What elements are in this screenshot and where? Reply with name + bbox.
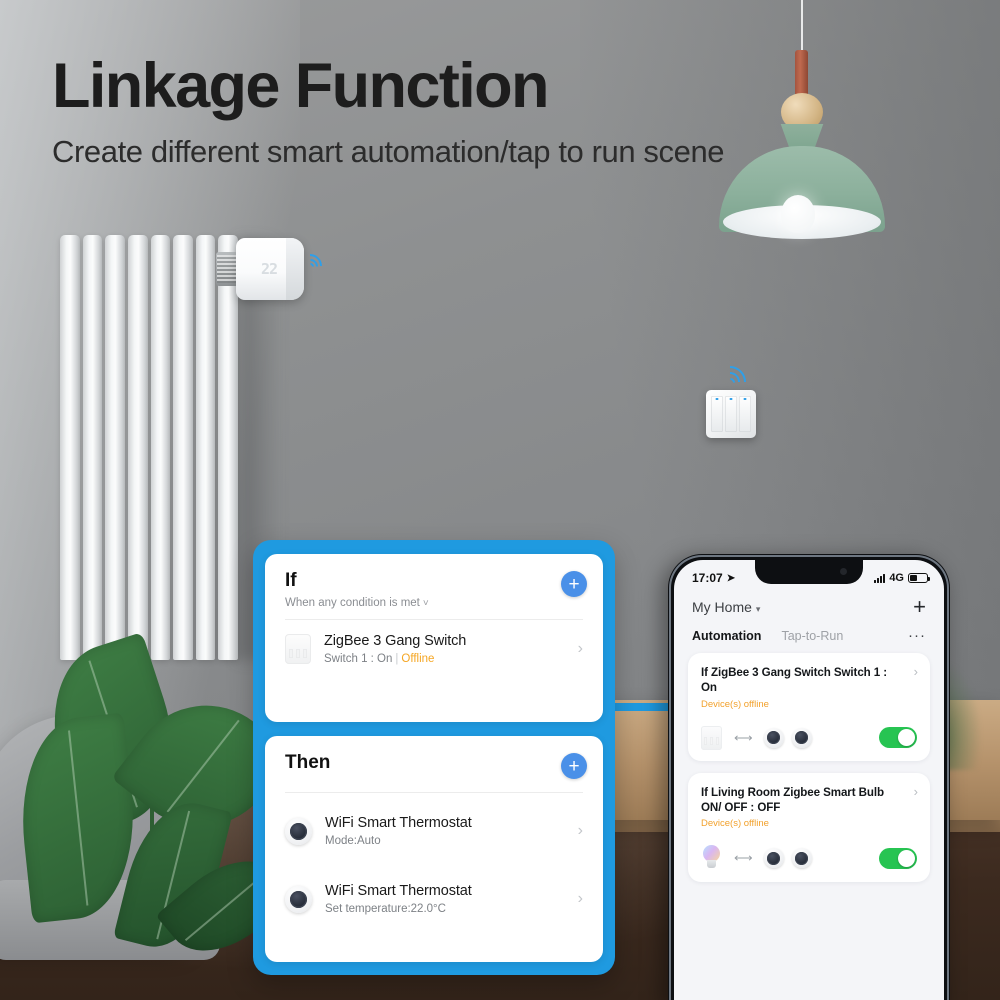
home-bar: My Home ▾ + [674, 590, 944, 620]
chevron-right-icon: › [577, 890, 583, 907]
zigbee-3-gang-switch-icon [285, 634, 311, 664]
tab-automation[interactable]: Automation [692, 629, 761, 643]
chevron-right-icon: › [913, 783, 918, 799]
if-card: If When any condition is met ˅ + ZigBee 3… [265, 554, 603, 722]
device-state: Mode:Auto [325, 835, 381, 847]
if-card-header: If When any condition is met ˅ + [265, 554, 603, 619]
home-name-label: My Home [692, 599, 752, 615]
signal-bars-icon [874, 573, 886, 583]
wifi-icon [707, 359, 753, 405]
trv-display: 22 [260, 260, 278, 278]
automation-toggle[interactable] [879, 847, 917, 869]
then-card-title: Then [285, 752, 331, 773]
chevron-right-icon: › [913, 664, 918, 679]
device-name: WiFi Smart Thermostat [325, 815, 472, 831]
automation-devices: ⟷ [701, 725, 917, 750]
device-name: ZigBee 3 Gang Switch [324, 633, 467, 649]
tab-bar: Automation Tap-to-Run ··· [674, 620, 944, 653]
automation-editor-panel: If When any condition is met ˅ + ZigBee 3… [253, 540, 615, 975]
clock: 17:07 [692, 571, 723, 585]
chevron-right-icon: › [577, 822, 583, 839]
if-condition-selector[interactable]: When any condition is met ˅ [285, 597, 587, 609]
wifi-thermostat-icon [285, 885, 312, 913]
automation-title: If ZigBee 3 Gang Switch Switch 1 : On [701, 666, 887, 695]
arrow-icon: ⟷ [734, 729, 753, 745]
row-texts: WiFi Smart Thermostat Mode:Auto [325, 815, 565, 847]
chevron-down-icon: ˅ [422, 598, 429, 609]
radiator-thermostat-valve: 22 [236, 238, 304, 300]
lamp-bulb [781, 195, 815, 233]
tab-tap-to-run[interactable]: Tap-to-Run [781, 629, 843, 643]
home-selector[interactable]: My Home ▾ [692, 599, 760, 615]
chevron-right-icon: › [577, 640, 583, 657]
wifi-thermostat-icon [763, 848, 784, 869]
smart-bulb-icon [701, 845, 722, 871]
then-card: Then + WiFi Smart Thermostat Mode:Auto ›… [265, 736, 603, 962]
phone-notch [755, 560, 863, 584]
automation-title: If Living Room Zigbee Smart Bulb ON/ OFF… [701, 785, 884, 814]
phone-screen: 17:07 ➤ 4G My Home ▾ + Automation Tap-to-… [674, 560, 944, 1000]
lamp-rod [795, 50, 808, 96]
lamp-cord [801, 0, 803, 52]
device-name: WiFi Smart Thermostat [325, 883, 472, 899]
switch-state: Switch 1 : On [324, 653, 393, 665]
if-condition-row[interactable]: ZigBee 3 Gang Switch Switch 1 : On | Offli… [265, 620, 603, 678]
then-action-row[interactable]: WiFi Smart Thermostat Set temperature:22… [265, 865, 603, 928]
more-options-button[interactable]: ··· [908, 628, 926, 643]
add-automation-button[interactable]: + [913, 596, 926, 618]
row-texts: ZigBee 3 Gang Switch Switch 1 : On | Offli… [324, 633, 565, 665]
if-card-title: If [285, 570, 297, 591]
add-action-button[interactable]: + [561, 753, 587, 779]
wifi-thermostat-icon [285, 817, 312, 845]
front-camera-icon [840, 568, 847, 575]
network-type: 4G [889, 572, 904, 584]
phone-mockup: 17:07 ➤ 4G My Home ▾ + Automation Tap-to-… [668, 554, 950, 1000]
status-badge: Device(s) offline [701, 818, 769, 830]
automation-card[interactable]: If ZigBee 3 Gang Switch Switch 1 : On › … [688, 653, 930, 761]
then-card-header: Then + [265, 736, 603, 792]
device-state: Set temperature:22.0°C [325, 903, 446, 915]
status-badge: Offline [401, 653, 435, 665]
arrow-icon: ⟷ [734, 850, 753, 866]
wifi-thermostat-icon [791, 727, 812, 748]
automation-card[interactable]: If Living Room Zigbee Smart Bulb ON/ OFF… [688, 772, 930, 883]
automation-devices: ⟷ [701, 845, 917, 871]
separator: | [395, 653, 399, 665]
battery-icon [908, 573, 930, 583]
status-bar-right: 4G [874, 572, 930, 584]
row-texts: WiFi Smart Thermostat Set temperature:22… [325, 883, 565, 915]
page-subtitle: Create different smart automation/tap to… [52, 134, 725, 169]
then-action-row[interactable]: WiFi Smart Thermostat Mode:Auto › [265, 793, 603, 865]
add-condition-button[interactable]: + [561, 571, 587, 597]
wifi-thermostat-icon [763, 727, 784, 748]
location-arrow-icon: ➤ [726, 572, 736, 584]
chevron-down-icon: ▾ [755, 604, 761, 614]
automation-toggle[interactable] [879, 727, 917, 749]
status-bar-left: 17:07 ➤ [692, 571, 735, 585]
wifi-thermostat-icon [791, 848, 812, 869]
wifi-icon [293, 249, 327, 283]
wall-switch-icon [706, 390, 756, 438]
status-badge: Device(s) offline [701, 698, 769, 710]
device-state: Switch 1 : On | Offline [324, 653, 565, 665]
page-title: Linkage Function [52, 51, 550, 121]
zigbee-3-gang-switch-icon [701, 725, 722, 750]
if-condition-label: When any condition is met [285, 597, 420, 609]
